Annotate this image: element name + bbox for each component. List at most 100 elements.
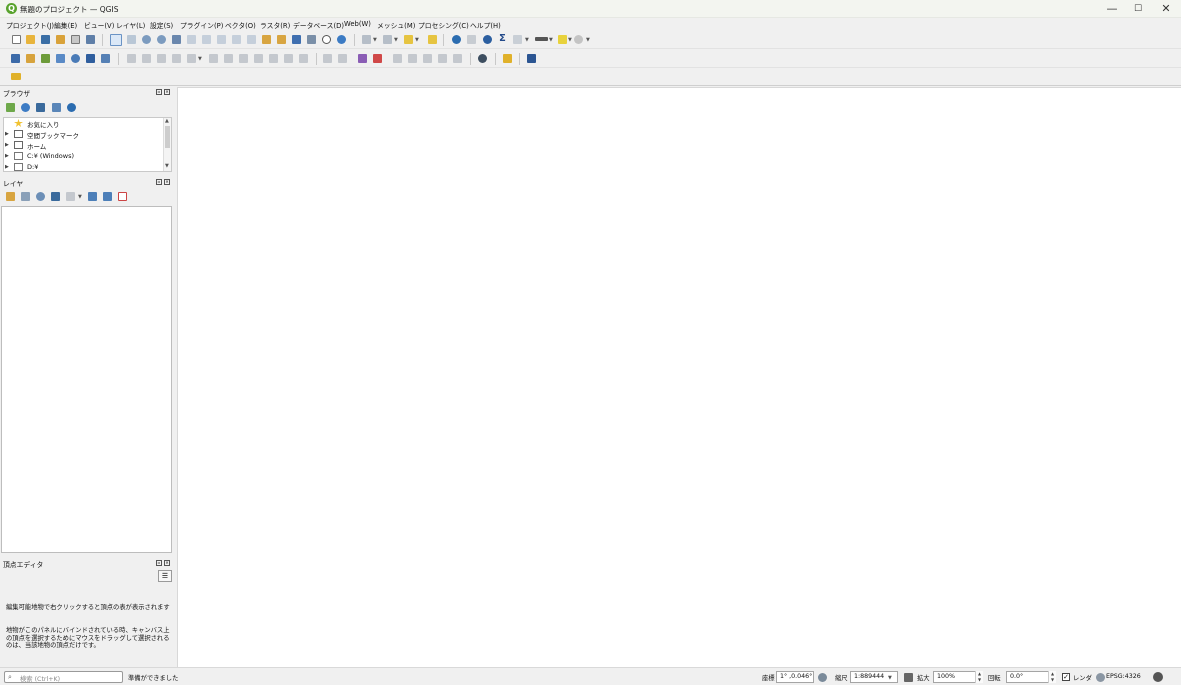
globe-icon[interactable]	[1096, 673, 1105, 682]
info-icon[interactable]	[67, 103, 76, 112]
new-virtual-layer-icon[interactable]	[71, 54, 80, 63]
panel-float-icon[interactable]: ▫	[156, 89, 162, 95]
save-project-icon[interactable]	[41, 35, 50, 44]
expand-all-icon[interactable]	[88, 192, 97, 201]
refresh-icon[interactable]	[21, 103, 30, 112]
menu-database[interactable]: データベース(D)	[293, 20, 344, 30]
vertex-tool-icon[interactable]	[209, 54, 218, 63]
chevron-down-icon[interactable]: ▼	[394, 37, 398, 43]
cut-features-icon[interactable]	[239, 54, 248, 63]
refresh-icon[interactable]	[337, 35, 346, 44]
panel-close-icon[interactable]: ✕	[164, 179, 170, 185]
add-selected-layers-icon[interactable]	[6, 103, 15, 112]
list-item[interactable]: お気に入り	[4, 118, 164, 129]
filter-by-expression-icon[interactable]	[66, 192, 75, 201]
database-icon[interactable]	[478, 54, 487, 63]
messages-icon[interactable]	[1153, 672, 1163, 682]
coordinate-field[interactable]: 1° ,0.046°	[776, 671, 814, 683]
new-geopackage-layer-icon[interactable]	[26, 54, 35, 63]
close-button[interactable]: ✕	[1152, 0, 1180, 18]
expand-arrow-icon[interactable]: ▶	[5, 153, 9, 159]
menu-plugins[interactable]: プラグイン(P)	[180, 20, 223, 30]
new-bookmark-icon[interactable]	[292, 35, 301, 44]
new-mesh-layer-icon[interactable]	[101, 54, 110, 63]
annotation-gear-icon[interactable]	[574, 35, 583, 44]
layout-manager-icon[interactable]	[71, 35, 80, 44]
list-item[interactable]: ▶ ホーム	[4, 140, 164, 151]
new-map-view-icon[interactable]	[262, 35, 271, 44]
lock-icon[interactable]	[904, 673, 913, 682]
chevron-down-icon[interactable]: ▼	[568, 37, 572, 43]
paste-features-icon[interactable]	[269, 54, 278, 63]
layer-labeling-icon[interactable]	[358, 54, 367, 63]
undo-icon[interactable]	[284, 54, 293, 63]
maximize-button[interactable]: ☐	[1124, 0, 1152, 18]
new-shapefile-layer-icon[interactable]	[41, 54, 50, 63]
map-canvas[interactable]	[177, 87, 1181, 667]
menu-project[interactable]: プロジェクト(J)	[6, 20, 54, 30]
filter-icon[interactable]	[36, 103, 45, 112]
digitize-icon[interactable]	[172, 54, 181, 63]
chevron-down-icon[interactable]: ▼	[78, 194, 82, 200]
save-edits-icon[interactable]	[157, 54, 166, 63]
scrollbar-thumb[interactable]	[165, 126, 170, 148]
select-features-icon[interactable]	[362, 35, 371, 44]
expand-arrow-icon[interactable]: ▶	[5, 142, 9, 148]
menu-processing[interactable]: プロセシング(C)	[418, 20, 469, 30]
move-label-icon[interactable]	[393, 54, 402, 63]
deselect-all-icon[interactable]	[404, 35, 413, 44]
show-bookmarks-icon[interactable]	[307, 35, 316, 44]
layers-tree[interactable]	[1, 206, 172, 553]
highlight-labels-icon[interactable]	[373, 54, 382, 63]
measure-line-icon[interactable]	[535, 37, 548, 41]
rotate-label-icon[interactable]	[408, 54, 417, 63]
zoom-to-selection-icon[interactable]	[187, 35, 196, 44]
remove-layer-icon[interactable]	[118, 192, 127, 201]
menu-edit[interactable]: 編集(E)	[54, 20, 77, 30]
new-temporary-layer-icon[interactable]	[86, 54, 95, 63]
render-checkbox[interactable]: ✓	[1062, 673, 1070, 681]
new-3d-map-view-icon[interactable]	[277, 35, 286, 44]
new-project-icon[interactable]	[12, 35, 21, 44]
style-layers-icon[interactable]	[6, 192, 15, 201]
chevron-down-icon[interactable]: ▼	[373, 37, 377, 43]
expand-arrow-icon[interactable]: ▶	[5, 164, 9, 170]
zoom-full-icon[interactable]	[172, 35, 181, 44]
pin-labels-icon[interactable]	[338, 54, 347, 63]
open-project-icon[interactable]	[26, 35, 35, 44]
menu-help[interactable]: ヘルプ(H)	[470, 20, 501, 30]
menu-layer[interactable]: レイヤ(L)	[116, 20, 145, 30]
menu-mesh[interactable]: メッシュ(M)	[377, 20, 415, 30]
chevron-down-icon[interactable]: ▼	[586, 37, 590, 43]
new-spatialite-layer-icon[interactable]	[56, 54, 65, 63]
collapse-all-icon[interactable]	[103, 192, 112, 201]
rotation-spinner[interactable]: ▲ ▼	[1048, 671, 1056, 683]
chevron-down-icon[interactable]: ▼	[198, 56, 202, 62]
minimize-button[interactable]: —	[1098, 0, 1126, 18]
pan-map-icon[interactable]	[110, 34, 122, 46]
toggle-editing-icon[interactable]	[142, 54, 151, 63]
manage-map-themes-icon[interactable]	[36, 192, 45, 201]
list-item[interactable]: ▶ C:¥ (Windows)	[4, 151, 164, 162]
chevron-down-icon[interactable]: ▼	[888, 675, 892, 681]
zoom-next-icon[interactable]	[247, 35, 256, 44]
field-calculator-icon[interactable]	[483, 35, 492, 44]
scroll-down-icon[interactable]: ▼	[165, 163, 169, 169]
open-field-calculator-icon[interactable]	[513, 35, 522, 44]
list-item[interactable]: ▶ 空間ブックマーク	[4, 129, 164, 140]
crs-status[interactable]: EPSG:4326	[1106, 673, 1141, 680]
zoom-last-icon[interactable]	[232, 35, 241, 44]
style-manager-icon[interactable]	[86, 35, 95, 44]
menu-vector[interactable]: ベクタ(O)	[225, 20, 256, 30]
select-by-value-icon[interactable]	[383, 35, 392, 44]
browser-scrollbar[interactable]: ▲ ▼	[163, 118, 171, 171]
collapse-all-icon[interactable]	[52, 103, 61, 112]
zoom-in-icon[interactable]	[142, 35, 151, 44]
temporal-controller-icon[interactable]	[322, 35, 331, 44]
map-tips-icon[interactable]	[558, 35, 567, 44]
label-settings-icon[interactable]	[453, 54, 462, 63]
show-hide-labels-icon[interactable]	[438, 54, 447, 63]
menu-settings[interactable]: 設定(S)	[150, 20, 173, 30]
chevron-down-icon[interactable]: ▼	[415, 37, 419, 43]
menu-icon[interactable]: ☰	[158, 570, 172, 582]
